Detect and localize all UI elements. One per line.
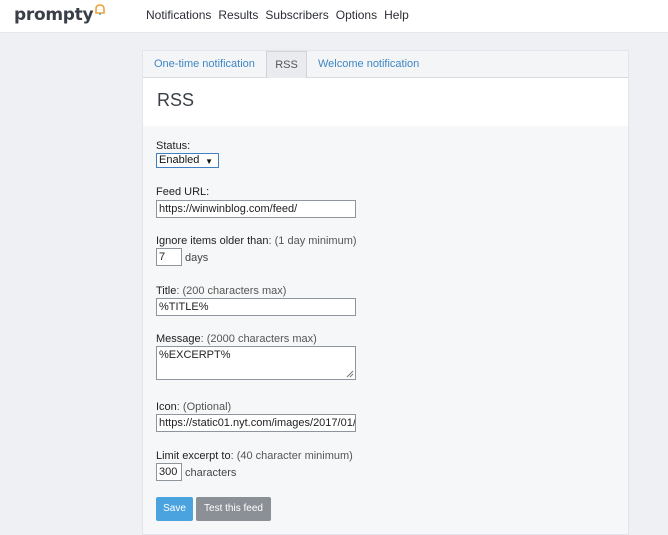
title-label: Title: (200 characters max) [156,285,286,298]
icon-url-input[interactable]: https://static01.nyt.com/images/2017/01/ [156,414,356,432]
resize-grip-icon[interactable] [346,370,354,378]
feed-url-label: Feed URL: [156,186,210,198]
limit-excerpt-label-text: Limit excerpt to [156,450,231,462]
icon-field: Icon: (Optional) https://static01.nyt.co… [156,401,356,432]
title-hint: : (200 characters max) [176,285,287,297]
title-label-text: Title [156,285,177,297]
logo[interactable]: prompty [14,4,106,25]
save-button[interactable]: Save [156,497,193,521]
tab-one-time-notification[interactable]: One-time notification [154,51,255,78]
logo-text: prompty [14,5,94,25]
ignore-older-unit: days [185,252,209,264]
rss-card: One-time notification RSS Welcome notifi… [142,50,629,535]
status-select[interactable]: Enabled ▼ [156,153,219,168]
ignore-older-input[interactable]: 7 [156,248,182,266]
message-textarea[interactable]: %EXCERPT% [156,346,356,380]
nav-notifications[interactable]: Notifications [146,8,211,22]
status-label: Status: [156,140,191,152]
limit-excerpt-hint: : (40 character minimum) [230,450,353,462]
tab-rss[interactable]: RSS [266,51,307,78]
message-field: Message: (2000 characters max) %EXCERPT% [156,333,356,380]
title-input[interactable]: %TITLE% [156,298,356,316]
message-hint: : (2000 characters max) [200,333,317,345]
status-select-value: Enabled [159,154,200,166]
feed-url-field: Feed URL: https://winwinblog.com/feed/ [156,186,356,218]
dropdown-arrow-icon: ▼ [205,157,213,166]
notification-tabs: One-time notification RSS Welcome notifi… [143,51,628,78]
icon-label-text: Icon [156,401,177,413]
page-header: RSS [143,78,628,126]
icon-label: Icon: (Optional) [156,401,231,414]
top-bar: prompty Notifications Results Subscriber… [0,0,668,33]
message-value: %EXCERPT% [159,349,231,361]
icon-hint: : (Optional) [176,401,232,413]
limit-excerpt-unit: characters [185,467,237,479]
bell-icon [95,4,106,15]
limit-excerpt-label: Limit excerpt to: (40 character minimum) [156,450,353,463]
nav-subscribers[interactable]: Subscribers [265,8,328,22]
main-nav: Notifications Results Subscribers Option… [146,8,416,22]
limit-excerpt-input[interactable]: 300 [156,463,182,481]
message-label-text: Message [156,333,201,345]
ignore-older-hint: : (1 day minimum) [268,235,357,247]
feed-url-input[interactable]: https://winwinblog.com/feed/ [156,200,356,218]
tab-welcome-notification[interactable]: Welcome notification [318,51,419,78]
nav-options[interactable]: Options [336,8,377,22]
ignore-older-field: Ignore items older than: (1 day minimum)… [156,235,357,266]
title-field: Title: (200 characters max) %TITLE% [156,285,356,316]
message-label: Message: (2000 characters max) [156,333,317,346]
page-title: RSS [157,90,195,110]
ignore-older-label: Ignore items older than: (1 day minimum) [156,235,357,248]
ignore-older-label-text: Ignore items older than [156,235,269,247]
nav-results[interactable]: Results [218,8,258,22]
status-field: Status: Enabled ▼ [156,140,219,168]
nav-help[interactable]: Help [384,8,409,22]
limit-excerpt-field: Limit excerpt to: (40 character minimum)… [156,450,353,481]
test-feed-button[interactable]: Test this feed [196,497,271,521]
